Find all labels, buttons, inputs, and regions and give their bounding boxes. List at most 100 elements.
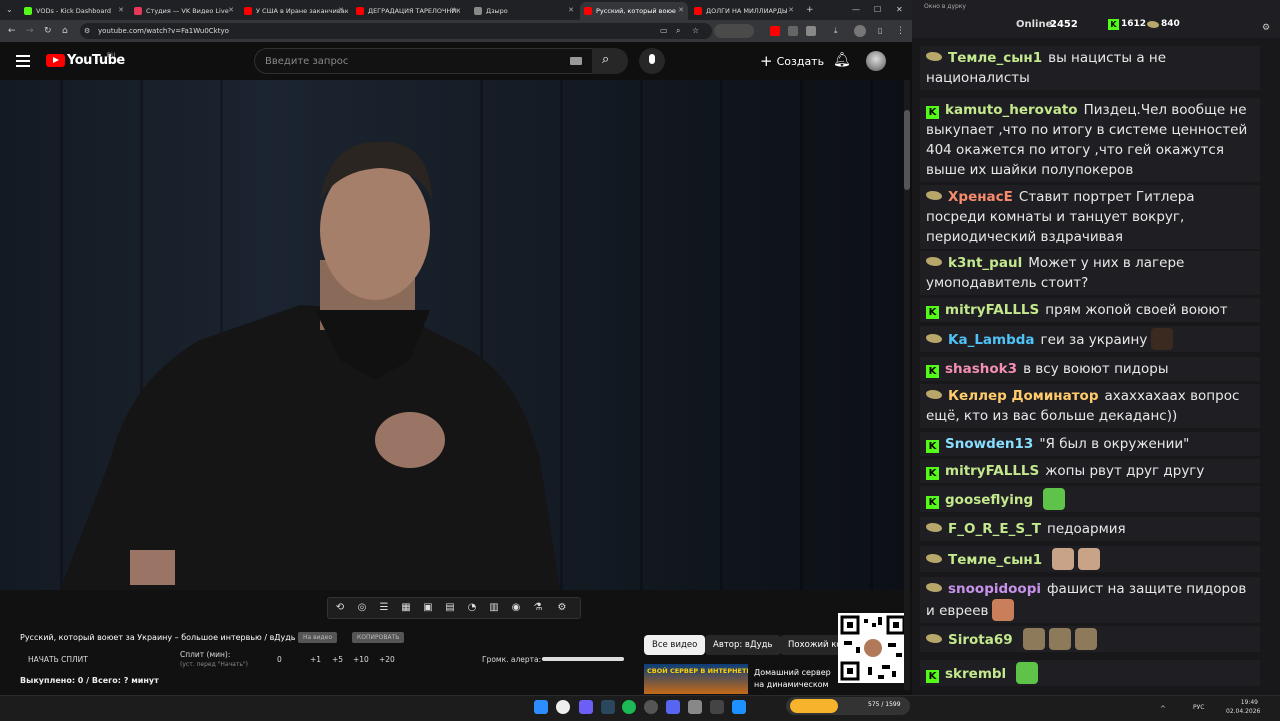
- meme-party-widget[interactable]: 575 / 1599: [786, 697, 910, 715]
- close-icon[interactable]: ✕: [678, 6, 684, 14]
- pip-icon[interactable]: ▣: [420, 600, 436, 616]
- close-icon[interactable]: ✕: [568, 6, 574, 14]
- filter-all-videos[interactable]: Все видео: [644, 635, 706, 655]
- chat-username[interactable]: Темле_сын1: [948, 552, 1042, 568]
- start-split-button[interactable]: НАЧАТЬ СПЛИТ: [28, 655, 88, 664]
- home-icon[interactable]: ⌂: [62, 25, 68, 37]
- language-indicator[interactable]: РУС: [1193, 704, 1204, 711]
- hamburger-menu-icon[interactable]: [16, 55, 30, 67]
- forward-icon[interactable]: →: [26, 25, 34, 37]
- chat-username[interactable]: gooseflying: [945, 492, 1033, 508]
- app-icon[interactable]: [644, 700, 658, 714]
- chat-username[interactable]: F_O_R_E_S_T: [948, 521, 1041, 537]
- clock-date[interactable]: 02.04.2026: [1226, 708, 1260, 715]
- speed-icon[interactable]: ◔: [464, 600, 480, 616]
- youtube-extension-icon[interactable]: [770, 26, 780, 36]
- split-add-1-button[interactable]: +1: [310, 655, 321, 664]
- tab-search-icon[interactable]: ⌄: [6, 4, 13, 16]
- tab-2[interactable]: У США в Иране заканчиваю ✕: [240, 2, 348, 20]
- split-value-0[interactable]: 0: [277, 655, 282, 664]
- windows-start-icon[interactable]: [534, 700, 548, 714]
- user-avatar[interactable]: [866, 51, 886, 71]
- tab-0[interactable]: VODs - Kick Dashboard ✕: [20, 2, 128, 20]
- extensions-puzzle-icon[interactable]: [806, 26, 816, 36]
- clock-time[interactable]: 19:49: [1226, 699, 1258, 706]
- extension-pill[interactable]: [714, 24, 754, 38]
- chat-username[interactable]: Sirota69: [948, 632, 1013, 648]
- spotify-icon[interactable]: [622, 700, 636, 714]
- settings-gear-icon[interactable]: ⚙: [554, 600, 570, 616]
- broadcast-icon[interactable]: ◎: [354, 600, 370, 616]
- tab-1[interactable]: Студия — VK Видео Live ✕: [130, 2, 238, 20]
- frames-icon[interactable]: ▤: [442, 600, 458, 616]
- voice-search-button[interactable]: [639, 48, 665, 74]
- screenshot-camera-icon[interactable]: ◉: [508, 600, 524, 616]
- maximize-icon[interactable]: ☐: [874, 4, 881, 16]
- chat-username[interactable]: mitryFALLLS: [945, 302, 1039, 318]
- flask-icon[interactable]: ⚗: [530, 600, 546, 616]
- search-button[interactable]: ⌕: [592, 48, 628, 74]
- bookmark-star-icon[interactable]: ☆: [692, 25, 699, 37]
- back-icon[interactable]: ←: [8, 25, 16, 37]
- recommended-title[interactable]: Домашний сервер на динамическом IP беспл…: [754, 667, 836, 691]
- chat-username[interactable]: mitryFALLLS: [945, 463, 1039, 479]
- copy-button[interactable]: КОПИРОВАТЬ: [352, 632, 405, 643]
- close-icon[interactable]: ✕: [338, 6, 344, 14]
- tab-3[interactable]: ДЕГРАДАЦИЯ ТАРЕЛОЧНИК ✕: [352, 2, 460, 20]
- tray-chevron-icon[interactable]: ^: [1160, 703, 1166, 715]
- menu-kebab-icon[interactable]: ⋮: [896, 25, 905, 37]
- search-input[interactable]: Введите запрос: [254, 48, 594, 74]
- filter-author[interactable]: Автор: вДудь: [705, 635, 781, 655]
- chat-username[interactable]: Темле_сын1: [948, 50, 1042, 66]
- split-add-20-button[interactable]: +20: [379, 655, 395, 664]
- tab-6[interactable]: ДОЛГИ НА МИЛЛИАРДЫ ✕: [690, 2, 798, 20]
- split-add-10-button[interactable]: +10: [353, 655, 369, 664]
- page-scrollbar[interactable]: [904, 80, 910, 690]
- keyboard-icon[interactable]: [570, 57, 582, 65]
- discord-icon[interactable]: [666, 700, 680, 714]
- chat-username[interactable]: kamuto_herovato: [945, 102, 1078, 118]
- film-icon[interactable]: ▦: [398, 600, 414, 616]
- zoom-icon[interactable]: ⌕: [676, 25, 680, 37]
- profile-avatar[interactable]: [854, 25, 866, 37]
- app-icon[interactable]: [710, 700, 724, 714]
- chrome-icon[interactable]: [556, 700, 570, 714]
- chat-settings-gear-icon[interactable]: ⚙: [1262, 22, 1270, 34]
- loop-icon[interactable]: ⟲: [332, 600, 348, 616]
- youtube-logo-text[interactable]: YouTube: [67, 53, 125, 68]
- tab-5-active[interactable]: Русский, который воюе ✕: [580, 2, 688, 20]
- close-icon[interactable]: ✕: [228, 6, 234, 14]
- recommended-thumbnail[interactable]: СВОЙ СЕРВЕР В ИНТЕРНЕТЕ!: [644, 664, 748, 694]
- on-video-button[interactable]: На видео: [298, 632, 338, 643]
- chat-username[interactable]: Келлер Доминатор: [948, 388, 1098, 404]
- cast-icon[interactable]: ▭: [660, 25, 668, 37]
- reload-icon[interactable]: ↻: [44, 25, 52, 37]
- app-icon[interactable]: [732, 700, 746, 714]
- split-add-5-button[interactable]: +5: [332, 655, 343, 664]
- chat-username[interactable]: shashok3: [945, 361, 1017, 377]
- video-player[interactable]: [0, 80, 912, 590]
- app-icon[interactable]: [688, 700, 702, 714]
- steam-icon[interactable]: [601, 700, 615, 714]
- chat-username[interactable]: skrembl: [945, 666, 1006, 682]
- close-window-icon[interactable]: ✕: [896, 4, 903, 16]
- chat-username[interactable]: k3nt_paul: [948, 255, 1022, 271]
- notifications-bell-icon[interactable]: 🔔︎: [833, 52, 851, 68]
- close-icon[interactable]: ✕: [450, 6, 456, 14]
- new-tab-icon[interactable]: +: [806, 4, 814, 16]
- playlist-icon[interactable]: ☰: [376, 600, 392, 616]
- youtube-logo-icon[interactable]: [46, 54, 65, 67]
- download-icon[interactable]: ⤓: [834, 25, 838, 37]
- chat-username[interactable]: ХренасЕ: [948, 189, 1013, 205]
- sidepanel-icon[interactable]: ▯: [878, 25, 882, 37]
- alert-volume-slider[interactable]: [542, 657, 624, 661]
- obs-icon[interactable]: [579, 700, 593, 714]
- stats-icon[interactable]: ▥: [486, 600, 502, 616]
- tab-4[interactable]: Дзыро ✕: [470, 2, 578, 20]
- minimize-icon[interactable]: —: [852, 4, 860, 16]
- extension-icon[interactable]: [788, 26, 798, 36]
- chat-username[interactable]: Snowden13: [945, 436, 1033, 452]
- chat-username[interactable]: Ka_Lambda: [948, 332, 1035, 348]
- site-info-icon[interactable]: ⚙: [84, 25, 90, 37]
- close-icon[interactable]: ✕: [118, 6, 124, 14]
